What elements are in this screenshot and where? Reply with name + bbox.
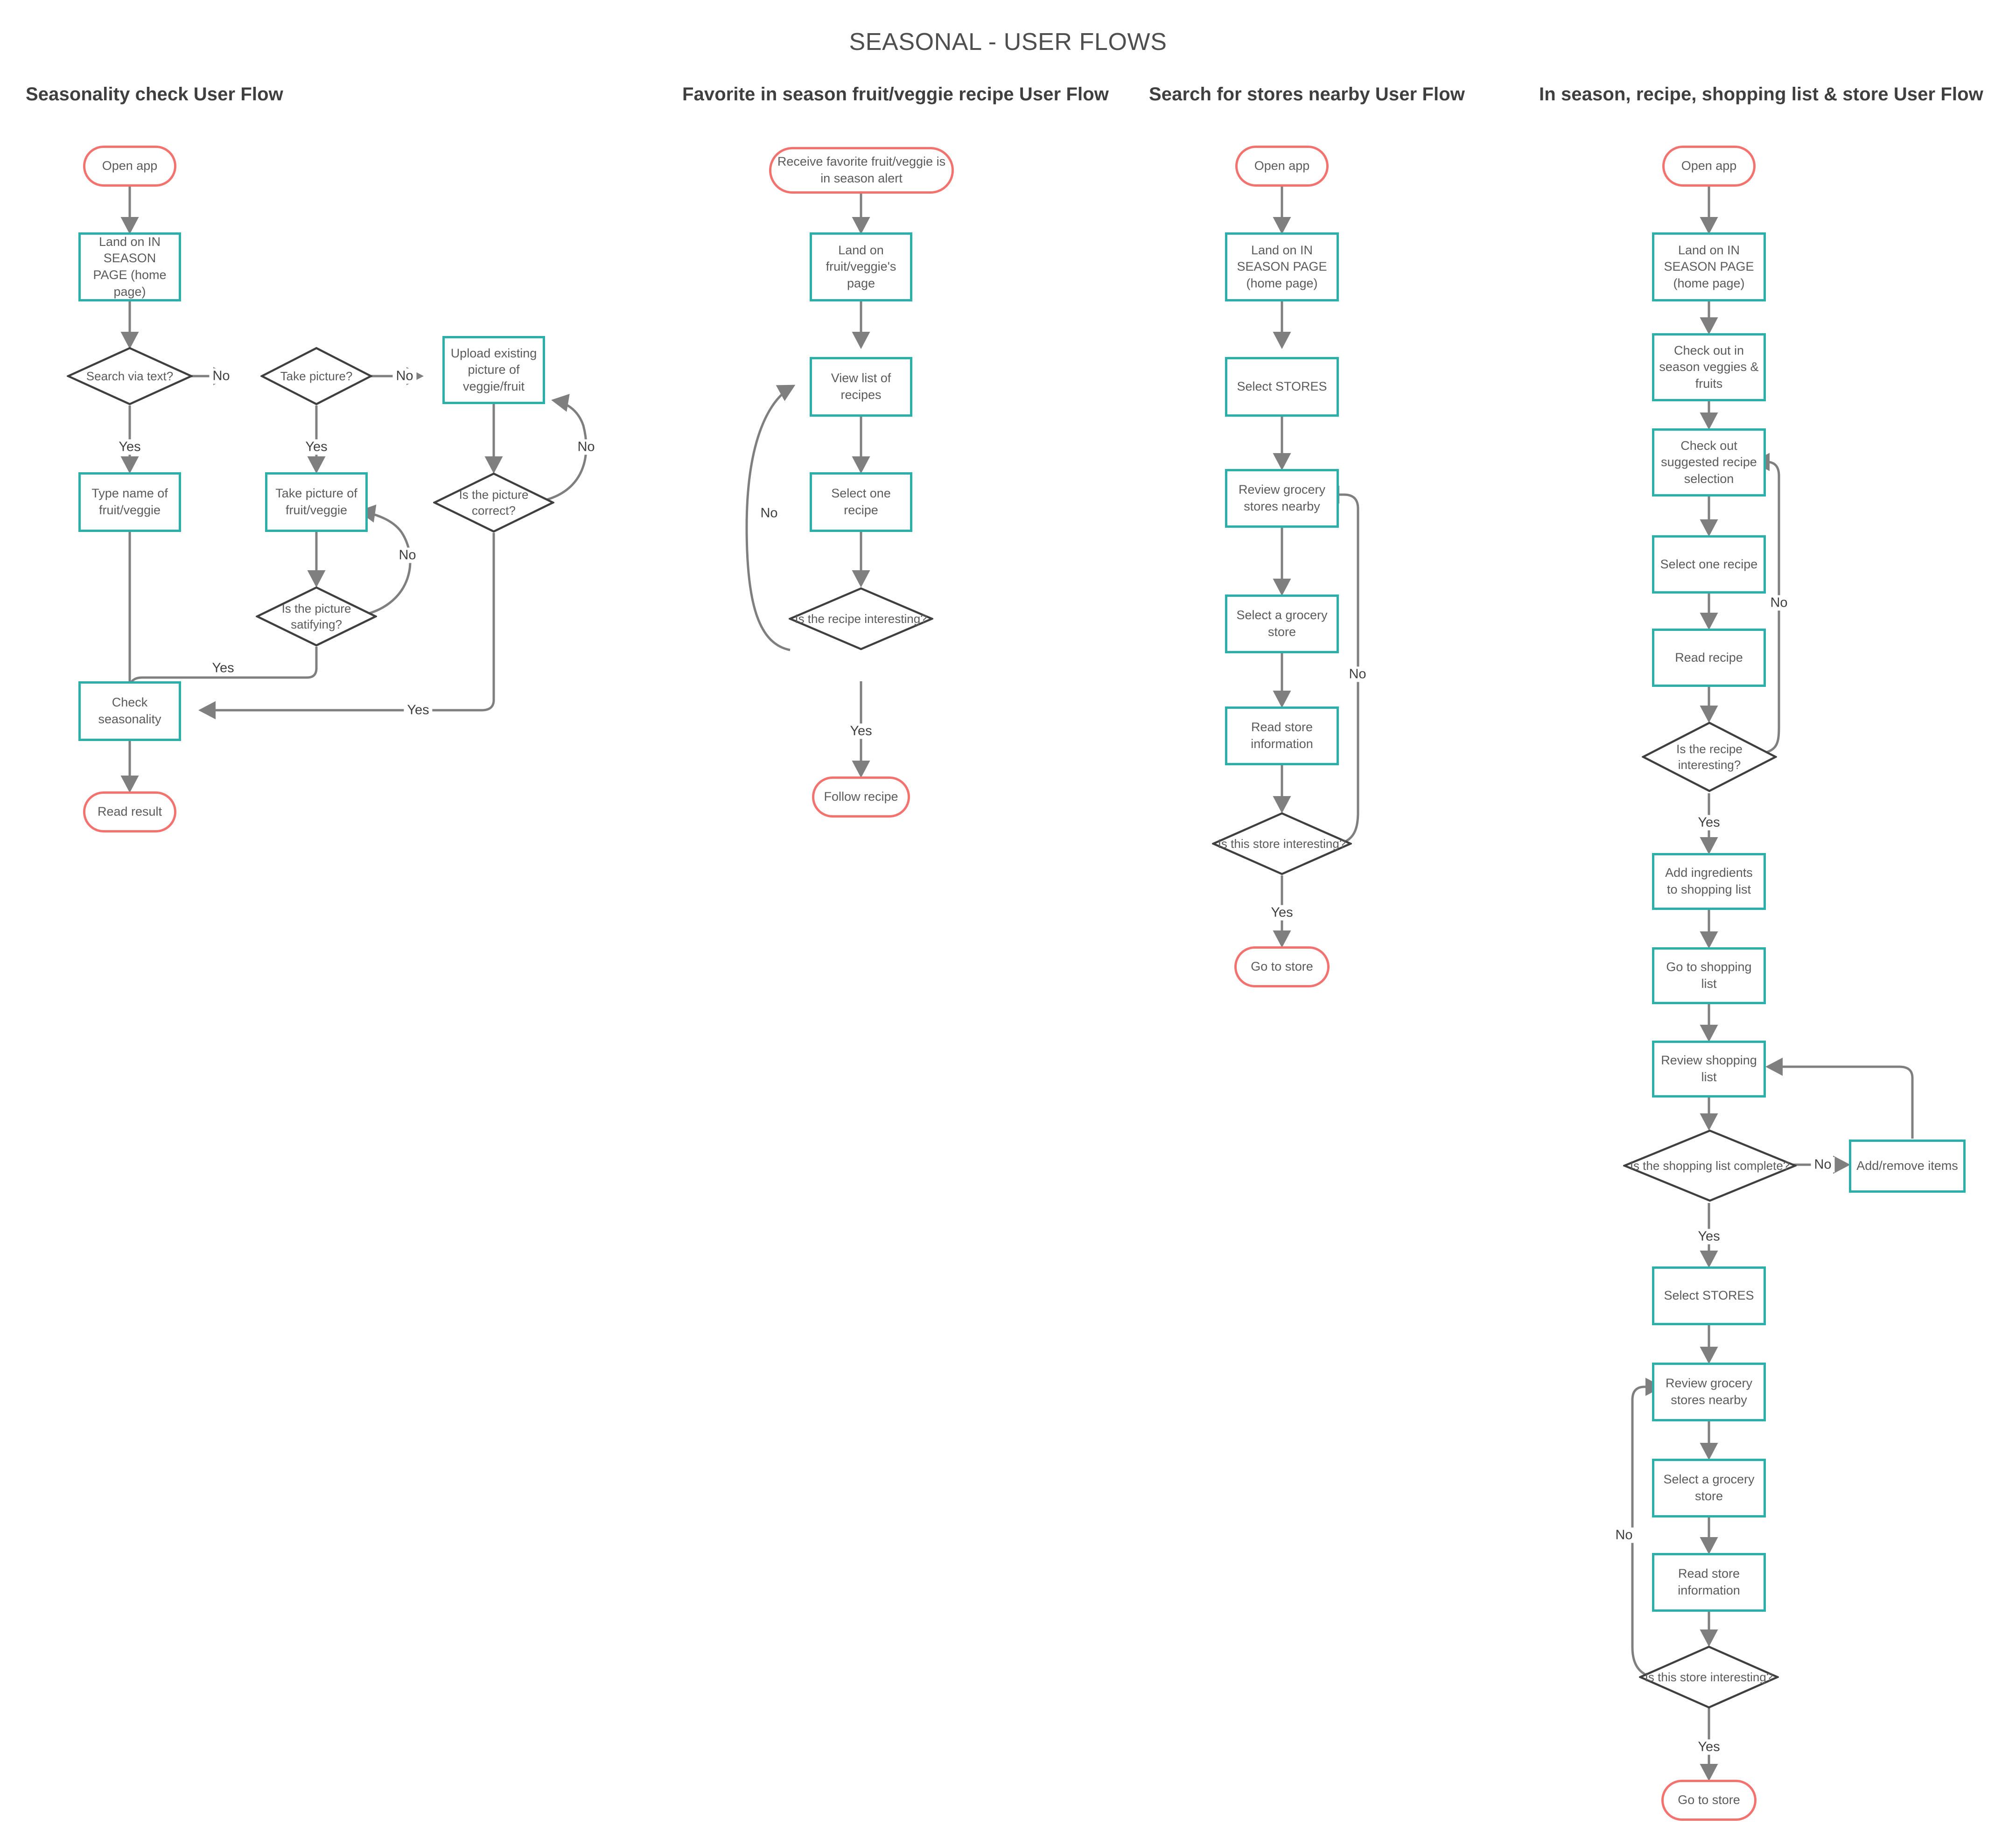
- node-f1-upload-existing[interactable]: Upload existing picture of veggie/fruit: [442, 336, 545, 404]
- flow-title-favorite-recipe: Favorite in season fruit/veggie recipe U…: [682, 84, 1109, 105]
- node-f3-land-in-season[interactable]: Land on IN SEASON PAGE (home page): [1225, 232, 1339, 301]
- node-f4-land-in-season[interactable]: Land on IN SEASON PAGE (home page): [1652, 232, 1766, 301]
- edge-label-f1-takepic-no: No: [392, 368, 417, 384]
- edge-label-f3-store-no: No: [1345, 666, 1370, 682]
- node-f3-store-interest[interactable]: Is this store interesting?: [1212, 812, 1352, 875]
- node-f4-read-recipe[interactable]: Read recipe: [1652, 629, 1766, 687]
- edge-label-f1-search-no: No: [209, 368, 233, 384]
- edge-label-f4-list-no: No: [1811, 1157, 1835, 1173]
- node-f4-review-list[interactable]: Review shopping list: [1652, 1041, 1766, 1098]
- node-f4-select-stores[interactable]: Select STORES: [1652, 1266, 1766, 1325]
- node-f2-select-recipe[interactable]: Select one recipe: [810, 472, 912, 532]
- edge-label-f4-store-no: No: [1612, 1527, 1636, 1543]
- node-f4-review-stores[interactable]: Review grocery stores nearby: [1652, 1363, 1766, 1421]
- node-f4-store-interest[interactable]: Is this store interesting?: [1639, 1645, 1779, 1709]
- node-f4-open-app[interactable]: Open app: [1662, 146, 1756, 187]
- edge-label-f4-list-yes: Yes: [1694, 1229, 1723, 1245]
- node-f1-land-in-season[interactable]: Land on IN SEASON PAGE (home page): [78, 232, 181, 301]
- node-f4-read-store-info[interactable]: Read store information: [1652, 1553, 1766, 1612]
- flow-title-seasonality-check: Seasonality check User Flow: [26, 84, 283, 105]
- node-f1-search-via-text[interactable]: Search via text?: [67, 347, 193, 406]
- edge-label-f1-satify-no: No: [395, 547, 420, 563]
- node-f2-receive-alert[interactable]: Receive favorite fruit/veggie is in seas…: [769, 147, 954, 194]
- node-f4-check-recipes[interactable]: Check out suggested recipe selection: [1652, 428, 1766, 496]
- edge-label-f4-store-yes: Yes: [1694, 1739, 1723, 1755]
- edge-label-f1-correct-no: No: [574, 439, 598, 455]
- node-f3-open-app[interactable]: Open app: [1235, 146, 1329, 187]
- node-f4-add-ingredients[interactable]: Add ingredients to shopping list: [1652, 853, 1766, 910]
- page-title: SEASONAL - USER FLOWS: [849, 28, 1167, 56]
- node-f2-land-page[interactable]: Land on fruit/veggie's page: [810, 232, 912, 301]
- node-f2-view-list[interactable]: View list of recipes: [810, 357, 912, 417]
- edge-label-f2-recipe-yes: Yes: [847, 723, 875, 739]
- node-f3-select-stores[interactable]: Select STORES: [1225, 357, 1339, 417]
- node-f3-read-store-info[interactable]: Read store information: [1225, 706, 1339, 765]
- node-f4-go-shopping-list[interactable]: Go to shopping list: [1652, 947, 1766, 1004]
- flow-title-search-stores: Search for stores nearby User Flow: [1149, 84, 1465, 105]
- node-f1-picture-correct[interactable]: Is the picture correct?: [433, 472, 554, 533]
- edge-label-f1-search-yes: Yes: [115, 439, 144, 455]
- node-f1-read-result[interactable]: Read result: [83, 791, 176, 832]
- node-f4-select-store[interactable]: Select a grocery store: [1652, 1459, 1766, 1517]
- edge-label-f1-satify-yes: Yes: [209, 660, 238, 676]
- node-f4-check-veggies[interactable]: Check out in season veggies & fruits: [1652, 333, 1766, 401]
- node-f4-list-complete[interactable]: Is the shopping list complete?: [1623, 1129, 1797, 1202]
- flow-title-in-season-full: In season, recipe, shopping list & store…: [1539, 84, 1983, 105]
- node-f3-review-stores[interactable]: Review grocery stores nearby: [1225, 469, 1339, 528]
- edge-label-f4-recipe-yes: Yes: [1694, 815, 1723, 831]
- node-f2-follow-recipe[interactable]: Follow recipe: [812, 776, 910, 818]
- node-f2-recipe-interest[interactable]: Is the recipe interesting?: [789, 587, 933, 650]
- node-f1-open-app[interactable]: Open app: [83, 146, 176, 187]
- node-f3-select-store[interactable]: Select a grocery store: [1225, 594, 1339, 653]
- flowchart-canvas: SEASONAL - USER FLOWS Seasonality check …: [0, 0, 2016, 1839]
- node-f1-check-seasonality[interactable]: Check seasonality: [78, 681, 181, 741]
- edge-label-f1-correct-yes: Yes: [404, 702, 433, 718]
- edge-label-f2-recipe-no: No: [757, 505, 781, 521]
- edge-label-f4-recipe-no: No: [1767, 595, 1791, 611]
- node-f4-add-remove[interactable]: Add/remove items: [1849, 1140, 1966, 1193]
- node-f1-type-name[interactable]: Type name of fruit/veggie: [78, 472, 181, 532]
- edge-label-f1-takepic-yes: Yes: [302, 439, 331, 455]
- edge-label-f3-store-yes: Yes: [1267, 905, 1296, 921]
- node-f4-recipe-interest[interactable]: Is the recipe interesting?: [1642, 721, 1777, 792]
- node-f1-take-picture-of[interactable]: Take picture of fruit/veggie: [265, 472, 368, 532]
- node-f4-select-recipe[interactable]: Select one recipe: [1652, 535, 1766, 594]
- node-f1-picture-satify[interactable]: Is the picture satifying?: [256, 586, 377, 647]
- node-f1-take-picture[interactable]: Take picture?: [260, 347, 372, 406]
- node-f3-go-to-store[interactable]: Go to store: [1234, 946, 1330, 987]
- node-f4-go-to-store[interactable]: Go to store: [1661, 1780, 1757, 1821]
